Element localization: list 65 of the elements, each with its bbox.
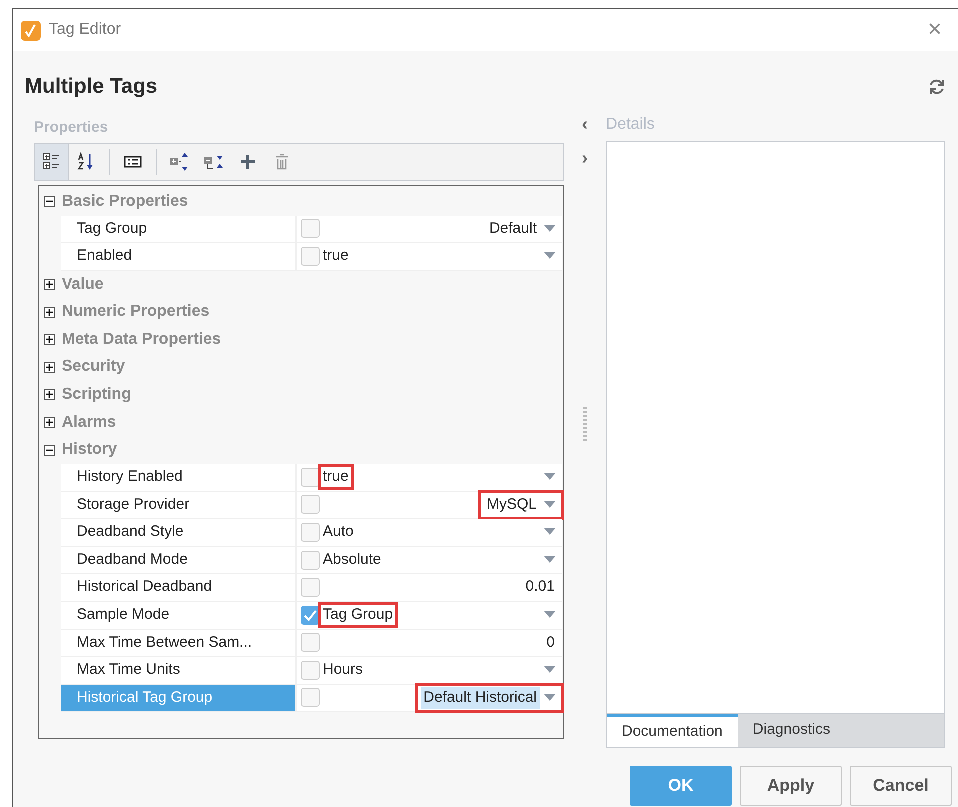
checkbox[interactable] [301,578,320,598]
toggle-icon[interactable] [44,444,55,456]
caret-icon [544,473,556,482]
property-value[interactable]: 0.01 [522,576,558,599]
details-label: Details [606,114,656,134]
categorized-view-icon [42,152,62,172]
toggle-icon[interactable] [44,417,55,428]
add-icon [239,153,257,171]
caret-icon [544,556,556,564]
caret-icon [544,224,556,233]
property-value[interactable]: Auto [320,521,357,544]
expand-all-icon [169,152,191,172]
refresh-icon[interactable] [928,78,946,96]
checkbox[interactable] [301,688,320,708]
property-name[interactable]: Storage Provider [61,492,297,518]
close-button[interactable]: × [924,18,946,42]
checkbox[interactable] [301,495,320,514]
property-name[interactable]: Historical Deadband [61,574,297,601]
property-name[interactable]: History Enabled [61,464,297,491]
caret-icon [544,528,556,536]
toggle-icon[interactable] [44,362,55,373]
property-name[interactable]: Deadband Style [61,519,297,546]
dialog-button[interactable]: Apply [740,766,842,806]
property-name[interactable]: Max Time Units [61,657,297,684]
checkbox[interactable] [301,633,320,652]
checkbox[interactable] [301,660,320,680]
property-value[interactable]: true [320,466,352,488]
checkbox[interactable] [301,550,320,570]
toggle-icon[interactable] [44,279,55,290]
form-icon [124,156,142,168]
property-name[interactable]: Sample Mode [61,602,297,628]
property-value[interactable]: 0 [544,632,558,654]
property-value[interactable]: Hours [320,659,366,682]
toggle-icon[interactable] [44,389,55,400]
caret-icon [544,694,556,702]
collapse-button[interactable]: ‹ [582,114,588,132]
properties-label: Properties [34,118,110,138]
checkbox[interactable] [301,219,320,238]
sort-icon [76,152,96,172]
property-value[interactable]: Default Historical [420,686,540,710]
property-value[interactable]: true [320,245,352,268]
caret-icon [544,611,556,620]
expand-button[interactable]: › [582,148,588,166]
splitter-handle[interactable] [583,406,587,440]
property-name[interactable]: Tag Group [61,216,297,242]
caret-icon [544,252,556,260]
property-name[interactable]: Deadband Mode [61,546,297,574]
app-icon [21,20,41,40]
checkbox[interactable] [301,246,320,266]
categorized-view-button[interactable] [35,144,69,180]
dialog-button[interactable]: Cancel [850,766,952,806]
property-name[interactable]: Max Time Between Sam... [61,630,297,656]
checkbox[interactable] [301,522,320,542]
toggle-icon[interactable] [44,306,55,318]
property-value[interactable]: MySQL [484,494,540,516]
property-name[interactable]: Enabled [61,243,297,270]
toggle-icon[interactable] [44,334,55,346]
caret-icon [544,500,556,509]
window-title: Tag Editor [49,20,122,40]
dialog-heading: Multiple Tags [25,74,158,100]
property-value[interactable]: Default [486,218,540,240]
toggle-icon[interactable] [44,196,55,208]
trash-icon [274,153,290,171]
caret-icon [544,666,556,674]
details-tab[interactable]: Documentation [607,714,738,747]
